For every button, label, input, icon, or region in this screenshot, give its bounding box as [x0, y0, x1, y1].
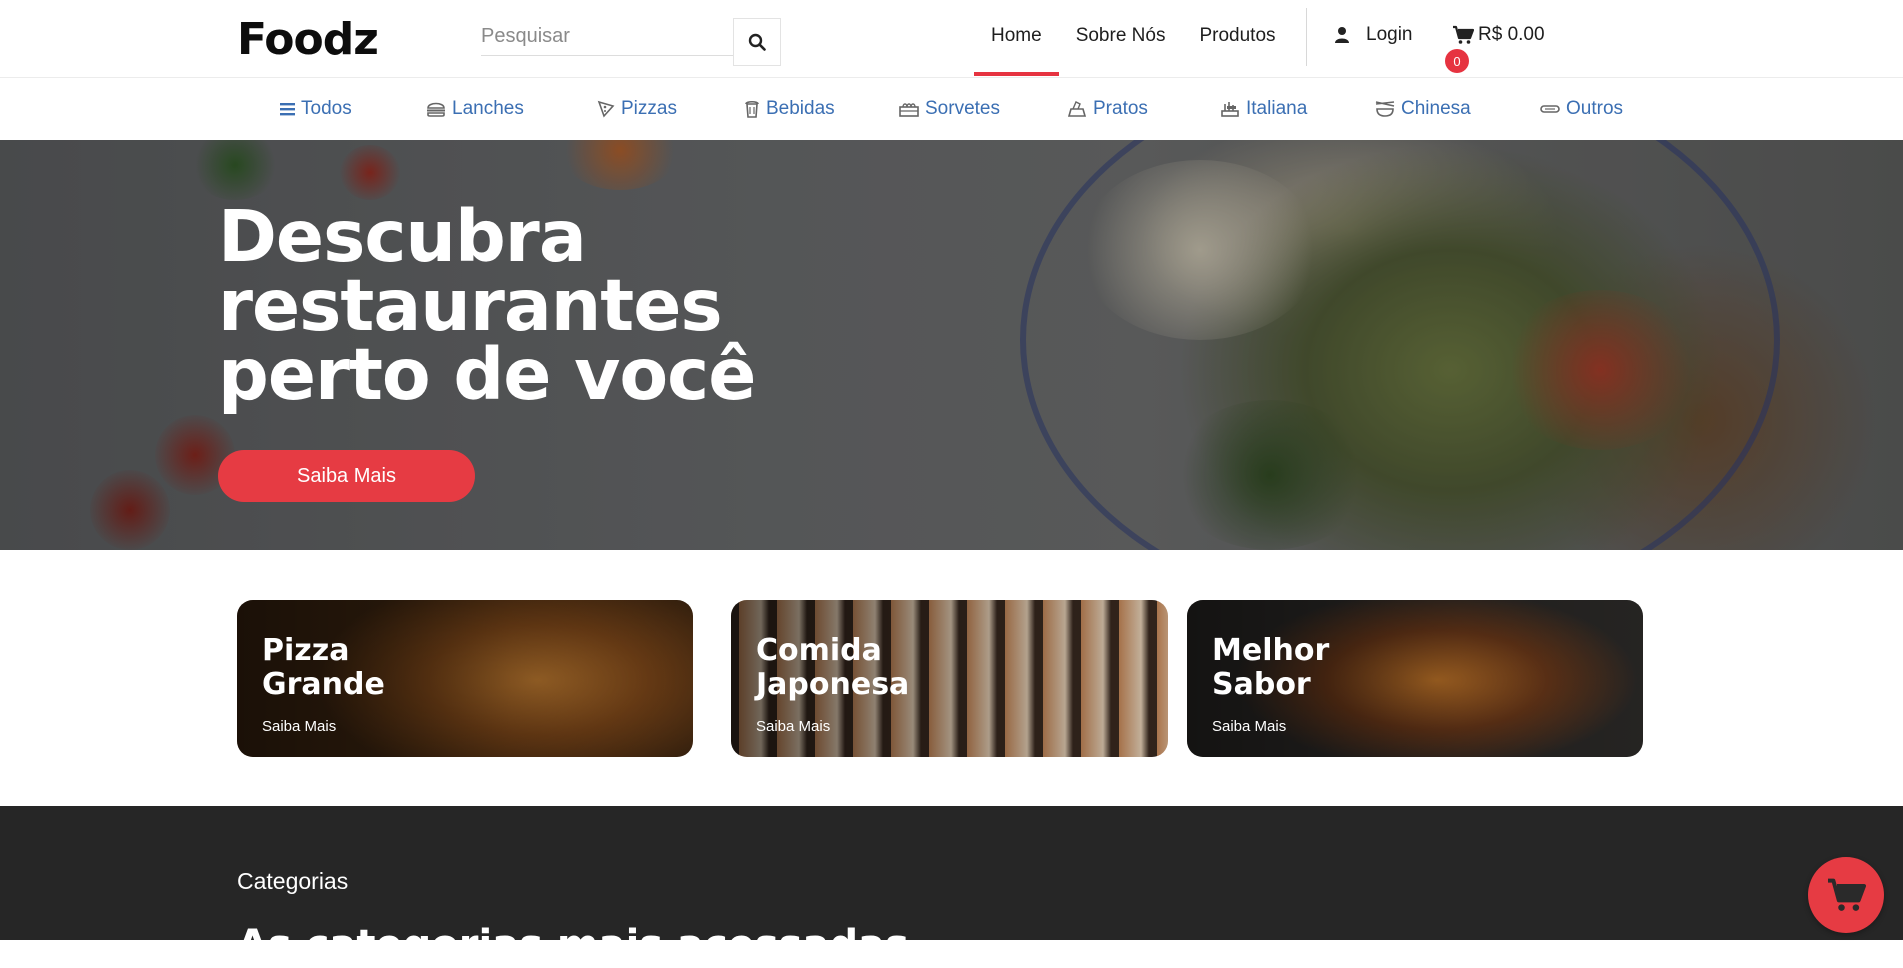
login-link[interactable]: Login [1334, 24, 1413, 46]
floating-cart-button[interactable] [1808, 857, 1884, 933]
category-sorvetes[interactable]: Sorvetes [899, 98, 1000, 120]
cart-icon [1453, 25, 1474, 44]
hero-title: Descubra restaurantes perto de você [218, 195, 756, 416]
cart-icon [1828, 878, 1866, 911]
nav-sobre-nos[interactable]: Sobre Nós [1059, 0, 1183, 75]
category-label: Chinesa [1401, 98, 1471, 119]
category-chinesa[interactable]: Chinesa [1375, 98, 1471, 120]
card-title-line: Sabor [1212, 667, 1311, 702]
card-title: Comida Japonesa [756, 634, 909, 702]
card-saiba-mais-link[interactable]: Saiba Mais [756, 718, 830, 735]
category-bebidas[interactable]: Bebidas [744, 98, 835, 120]
card-title-line: Melhor [1212, 633, 1330, 668]
category-label: Lanches [452, 98, 524, 119]
chinese-food-icon [1375, 101, 1395, 117]
category-italiana[interactable]: Italiana [1220, 98, 1307, 120]
list-icon [280, 103, 295, 116]
search-button[interactable] [733, 18, 781, 66]
nav-produtos[interactable]: Produtos [1182, 0, 1292, 75]
card-title-line: Comida [756, 633, 882, 668]
category-pratos[interactable]: Pratos [1067, 98, 1148, 120]
category-pizzas[interactable]: Pizzas [597, 98, 677, 120]
promo-card-pizza[interactable]: Pizza Grande Saiba Mais [237, 600, 693, 757]
cart-total: R$ 0.00 [1478, 24, 1545, 45]
category-label: Bebidas [766, 98, 835, 119]
italian-food-icon [1221, 102, 1239, 117]
search-box [481, 18, 781, 66]
category-todos[interactable]: Todos [280, 98, 352, 120]
top-header: Foodz Home Sobre Nós Produtos Login R$ 0… [0, 0, 1903, 78]
hero-title-line: perto de você [218, 333, 756, 416]
category-label: Pratos [1093, 98, 1148, 119]
section-heading: As categorias mais acessadas [237, 922, 909, 968]
hero-banner: Descubra restaurantes perto de você Saib… [0, 140, 1903, 550]
promo-card-sabor[interactable]: Melhor Sabor Saiba Mais [1187, 600, 1643, 757]
cart-summary[interactable]: R$ 0.00 [1452, 24, 1545, 46]
category-label: Todos [301, 98, 352, 119]
cart-count-badge: 0 [1445, 49, 1469, 73]
burger-icon [427, 102, 445, 117]
category-label: Sorvetes [925, 98, 1000, 119]
nav-home[interactable]: Home [974, 0, 1059, 76]
plate-icon [1067, 101, 1087, 117]
card-title: Melhor Sabor [1212, 634, 1329, 702]
main-nav: Home Sobre Nós Produtos [974, 0, 1293, 78]
category-label: Italiana [1246, 98, 1308, 119]
category-lanches[interactable]: Lanches [426, 98, 524, 120]
category-bar: Todos Lanches Pizzas Bebidas Sorvetes Pr… [0, 78, 1903, 140]
login-label: Login [1366, 24, 1413, 45]
card-saiba-mais-link[interactable]: Saiba Mais [262, 718, 336, 735]
promo-card-japonesa[interactable]: Comida Japonesa Saiba Mais [731, 600, 1168, 757]
category-outros[interactable]: Outros [1540, 98, 1623, 120]
nav-divider [1306, 8, 1307, 66]
section-label: Categorias [237, 868, 349, 894]
pizza-slice-icon [597, 100, 615, 118]
user-icon [1335, 27, 1349, 43]
hero-title-line: Descubra [218, 195, 587, 278]
more-food-icon [1540, 105, 1560, 113]
card-title-line: Pizza [262, 633, 350, 668]
card-title-line: Grande [262, 667, 385, 702]
promo-cards: Pizza Grande Saiba Mais Comida Japonesa … [0, 550, 1903, 806]
card-title-line: Japonesa [756, 667, 910, 702]
category-label: Outros [1566, 98, 1624, 119]
search-input[interactable] [481, 18, 733, 56]
hero-title-line: restaurantes [218, 264, 723, 347]
category-label: Pizzas [621, 98, 677, 119]
drink-icon [745, 100, 759, 118]
categories-section: Categorias As categorias mais acessadas [0, 806, 1903, 968]
ice-cream-icon [899, 103, 919, 117]
search-icon [748, 33, 766, 51]
logo[interactable]: Foodz [237, 14, 379, 65]
card-saiba-mais-link[interactable]: Saiba Mais [1212, 718, 1286, 735]
card-title: Pizza Grande [262, 634, 385, 702]
hero-saiba-mais-button[interactable]: Saiba Mais [218, 450, 475, 502]
